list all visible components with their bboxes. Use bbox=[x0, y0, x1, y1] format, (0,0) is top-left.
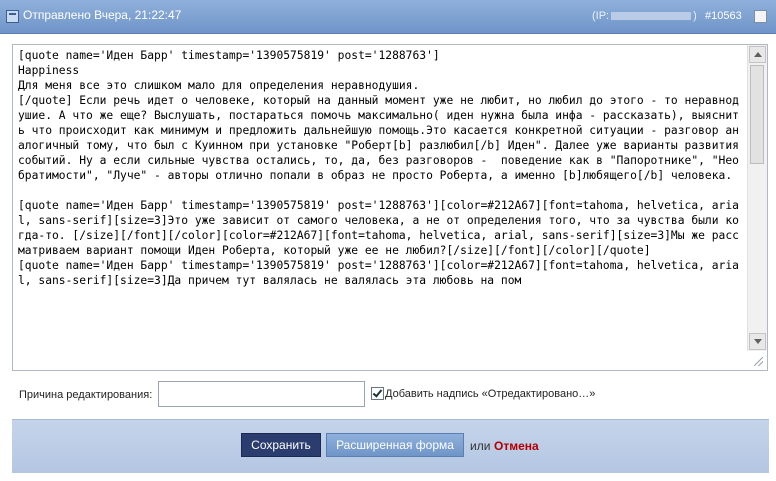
post-header: Отправлено Вчера, 21:22:47 (IP:) #10563 bbox=[0, 0, 776, 34]
resize-grip-icon[interactable] bbox=[752, 355, 764, 367]
editor-scrollbar[interactable] bbox=[747, 45, 767, 351]
or-text: или bbox=[470, 439, 491, 453]
post-icon bbox=[6, 10, 19, 23]
append-edited-label[interactable]: Добавить надпись «Отредактировано…» bbox=[385, 388, 595, 400]
scroll-thumb[interactable] bbox=[750, 65, 764, 164]
ip-redacted bbox=[611, 12, 692, 21]
cancel-link[interactable]: Отмена bbox=[494, 439, 539, 453]
scroll-up-icon[interactable] bbox=[749, 46, 766, 63]
scroll-down-icon[interactable] bbox=[749, 333, 766, 350]
advanced-form-button[interactable]: Расширенная форма bbox=[326, 433, 464, 457]
ip-info: (IP:) bbox=[592, 10, 697, 22]
post-text-area[interactable]: [quote name='Иден Барр' timestamp='13905… bbox=[13, 45, 747, 351]
ip-label: (IP: bbox=[592, 10, 610, 22]
ip-close: ) bbox=[693, 10, 697, 22]
save-button[interactable]: Сохранить bbox=[241, 433, 321, 457]
post-number[interactable]: #10563 bbox=[705, 10, 742, 22]
post-select-checkbox[interactable] bbox=[754, 10, 767, 23]
edit-reason-input[interactable] bbox=[158, 381, 365, 407]
post-editor: [quote name='Иден Барр' timestamp='13905… bbox=[12, 44, 768, 371]
edit-reason-label: Причина редактирования: bbox=[19, 389, 153, 401]
post-timestamp: Отправлено Вчера, 21:22:47 bbox=[23, 8, 182, 22]
append-edited-checkbox[interactable] bbox=[371, 387, 384, 400]
